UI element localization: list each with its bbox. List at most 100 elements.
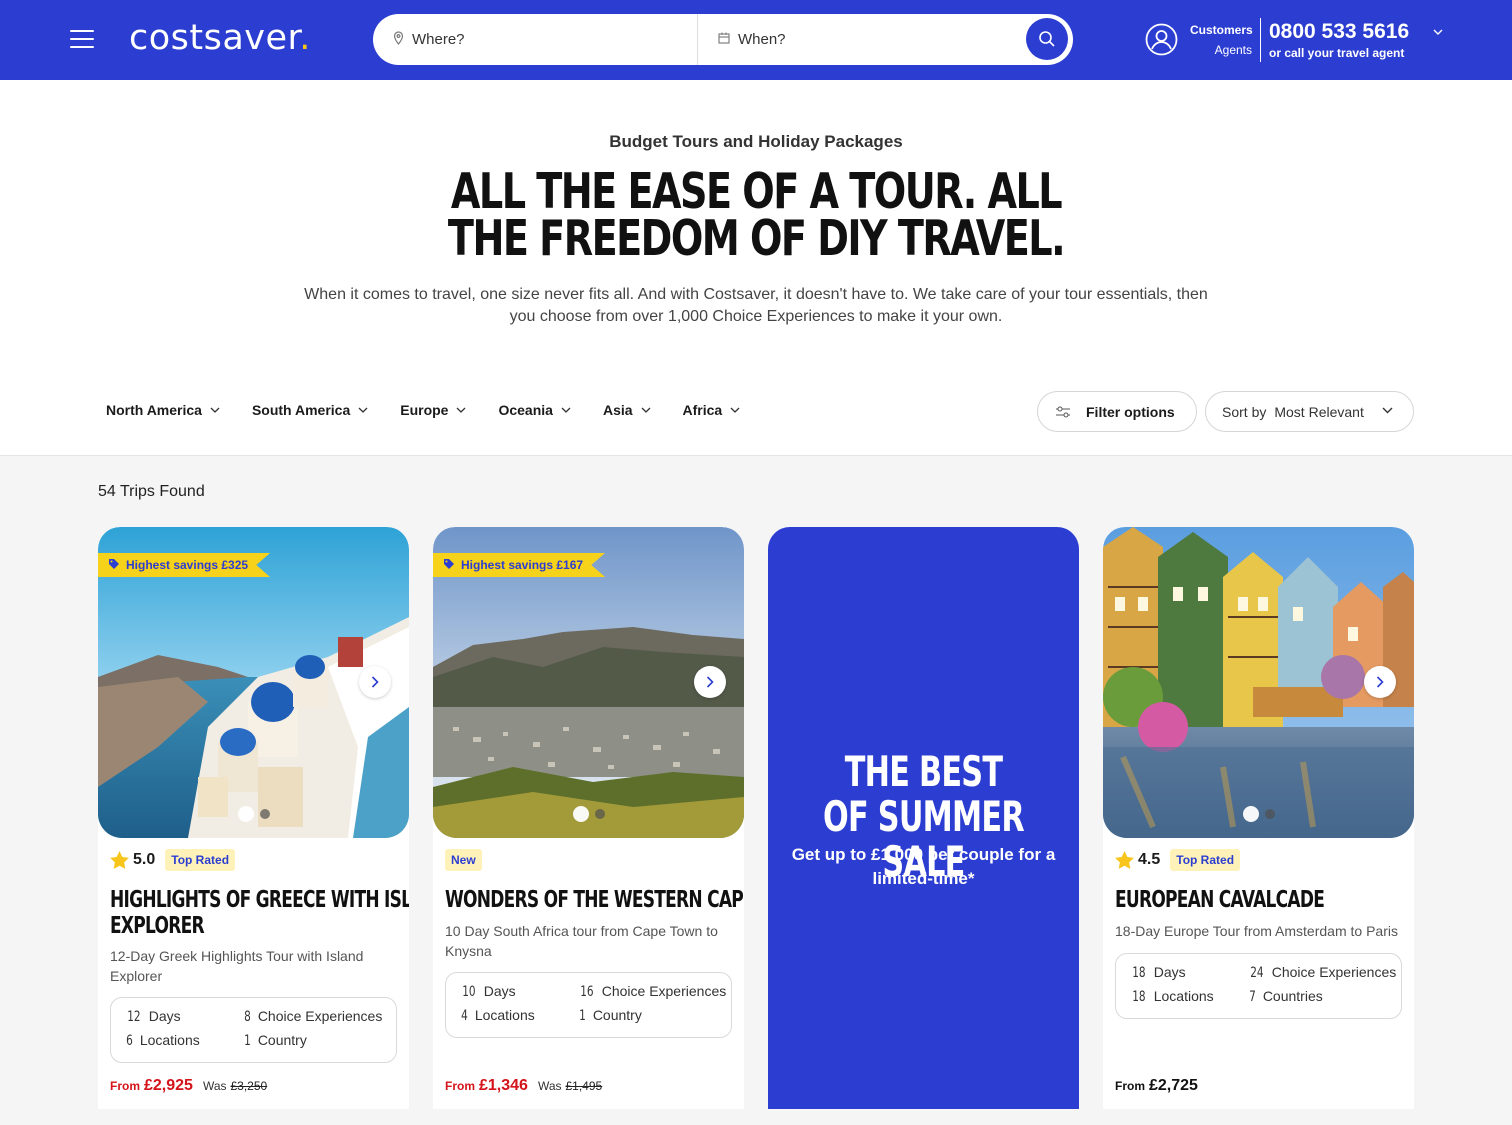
rating: 5.0 Top Rated (110, 849, 236, 871)
price-amount: £2,725 (1149, 1077, 1198, 1094)
carousel-dot[interactable] (594, 809, 605, 819)
tour-image-colmar[interactable] (1103, 527, 1414, 838)
search-bar: Where? When? (373, 14, 1073, 65)
rating-value: 4.5 (1138, 851, 1161, 868)
region-oceania[interactable]: Oceania (498, 402, 571, 418)
star-icon (110, 851, 129, 869)
tour-card[interactable]: Highest savings £325 5.0 Top Rated HIGHL… (98, 527, 409, 1109)
carousel-dot[interactable] (1264, 809, 1275, 819)
header-divider (1260, 18, 1261, 62)
stat-choice-experiences: 16 Choice Experiences (580, 983, 727, 1000)
stat-countries: 1 Country (244, 1032, 307, 1049)
stat-days: 10 Days (462, 983, 516, 1000)
tour-title[interactable]: EUROPEAN CAVALCADE (1115, 887, 1330, 913)
chevron-down-icon (1382, 407, 1393, 414)
tour-stats: 10 Days 16 Choice Experiences 4 Location… (445, 972, 732, 1038)
summer-sale-promo[interactable]: THE BEST OF SUMMER SALE Get up to £1,000… (768, 527, 1079, 1109)
region-filters: North America South America Europe Ocean… (106, 402, 772, 418)
tour-stats: 12 Days 8 Choice Experiences 6 Locations… (110, 997, 397, 1063)
image-next-button[interactable] (359, 666, 391, 698)
sort-label: Sort by (1222, 403, 1267, 420)
stat-locations: 6 Locations (126, 1032, 200, 1049)
customers-label[interactable]: Customers (1190, 20, 1253, 40)
location-pin-icon (393, 31, 404, 48)
savings-ribbon: Highest savings £325 (98, 553, 271, 577)
search-icon (1039, 31, 1055, 47)
sliders-icon (1056, 406, 1070, 417)
stat-choice-experiences: 8 Choice Experiences (244, 1008, 383, 1025)
phone-subtext: or call your travel agent (1269, 46, 1405, 60)
region-south-america[interactable]: South America (252, 402, 368, 418)
stat-countries: 1 Country (579, 1007, 642, 1024)
stat-countries: 7 Countries (1249, 988, 1323, 1005)
carousel-dot[interactable] (1242, 806, 1259, 822)
region-europe[interactable]: Europe (400, 402, 466, 418)
hero-headline: ALL THE EASE OF A TOUR. ALL THE FREEDOM … (447, 163, 1066, 267)
tour-subtitle: 12-Day Greek Highlights Tour with Island… (110, 948, 364, 984)
chevron-down-icon (358, 407, 368, 413)
carousel-dot[interactable] (572, 806, 589, 822)
price-amount: £2,925 (144, 1077, 193, 1094)
was-price: £3,250 (230, 1079, 268, 1093)
hero-description: When it comes to travel, one size never … (304, 286, 1208, 325)
stat-locations: 18 Locations (1132, 988, 1214, 1005)
costsaver-logo[interactable]: costsaver. (129, 18, 311, 58)
region-north-america[interactable]: North America (106, 402, 220, 418)
rating: 4.5 Top Rated (1115, 849, 1241, 871)
stat-choice-experiences: 24 Choice Experiences (1250, 964, 1397, 981)
when-field[interactable]: When? (698, 14, 1073, 65)
chevron-right-icon (1376, 676, 1384, 688)
search-button[interactable] (1026, 18, 1068, 60)
tour-price: From £2,725 (1115, 1077, 1198, 1094)
calendar-icon (718, 32, 730, 47)
image-next-button[interactable] (694, 666, 726, 698)
top-rated-badge: Top Rated (1170, 849, 1241, 871)
promo-subtitle: Get up to £1,000 per couple for a limite… (791, 845, 1056, 888)
tour-price: From £1,346 Was £1,495 (445, 1077, 603, 1094)
region-africa[interactable]: Africa (683, 402, 741, 418)
tour-image-cape-town[interactable]: Highest savings £167 (433, 527, 744, 838)
hero-eyebrow: Budget Tours and Holiday Packages (609, 132, 903, 151)
hero-section: Budget Tours and Holiday Packages ALL TH… (0, 80, 1512, 456)
top-rated-badge: Top Rated (165, 849, 236, 871)
region-asia[interactable]: Asia (603, 402, 651, 418)
top-bar: costsaver. Where? When? Customers Agents… (0, 0, 1512, 80)
account-icon[interactable] (1145, 23, 1178, 56)
tour-price: From £2,925 Was £3,250 (110, 1077, 268, 1094)
tag-icon (443, 558, 455, 573)
chevron-right-icon (371, 676, 379, 688)
chevron-down-icon (730, 407, 740, 413)
carousel-dot[interactable] (259, 809, 270, 819)
carousel-dots (1103, 806, 1414, 822)
chevron-down-icon[interactable] (1432, 26, 1444, 38)
sort-dropdown[interactable]: Sort by Most Relevant (1205, 391, 1414, 432)
sort-value: Most Relevant (1274, 403, 1364, 420)
tour-image-santorini[interactable]: Highest savings £325 (98, 527, 409, 838)
chevron-down-icon (561, 407, 571, 413)
was-price: £1,495 (565, 1079, 603, 1093)
tour-subtitle: 10 Day South Africa tour from Cape Town … (445, 923, 718, 959)
tour-title[interactable]: WONDERS OF THE WESTERN CAPE (445, 887, 744, 913)
carousel-dot[interactable] (237, 806, 254, 822)
menu-icon[interactable] (70, 30, 94, 50)
chevron-down-icon (457, 407, 466, 413)
tour-card[interactable]: Highest savings £167 New WONDERS OF THE … (433, 527, 744, 1109)
audience-switch[interactable]: Customers Agents (1190, 20, 1253, 60)
tour-card[interactable]: 4.5 Top Rated EUROPEAN CAVALCADE 18-Day … (1103, 527, 1414, 1109)
filter-options-button[interactable]: Filter options (1037, 391, 1197, 432)
rating: New (445, 849, 482, 871)
agents-label[interactable]: Agents (1190, 40, 1252, 60)
where-field[interactable]: Where? (373, 14, 698, 65)
carousel-dots (98, 806, 409, 822)
tour-title[interactable]: HIGHLIGHTS OF GREECE WITH ISLAND EXPLORE… (110, 887, 409, 939)
when-placeholder: When? (738, 31, 786, 48)
new-badge: New (445, 849, 482, 871)
image-next-button[interactable] (1364, 666, 1396, 698)
chevron-down-icon (210, 407, 220, 413)
results-count: 54 Trips Found (98, 483, 205, 500)
phone-number[interactable]: 0800 533 5616 (1269, 20, 1409, 44)
tour-subtitle: 18-Day Europe Tour from Amsterdam to Par… (1115, 923, 1398, 939)
star-icon (1115, 851, 1134, 869)
stat-locations: 4 Locations (461, 1007, 535, 1024)
chevron-down-icon (641, 407, 650, 413)
